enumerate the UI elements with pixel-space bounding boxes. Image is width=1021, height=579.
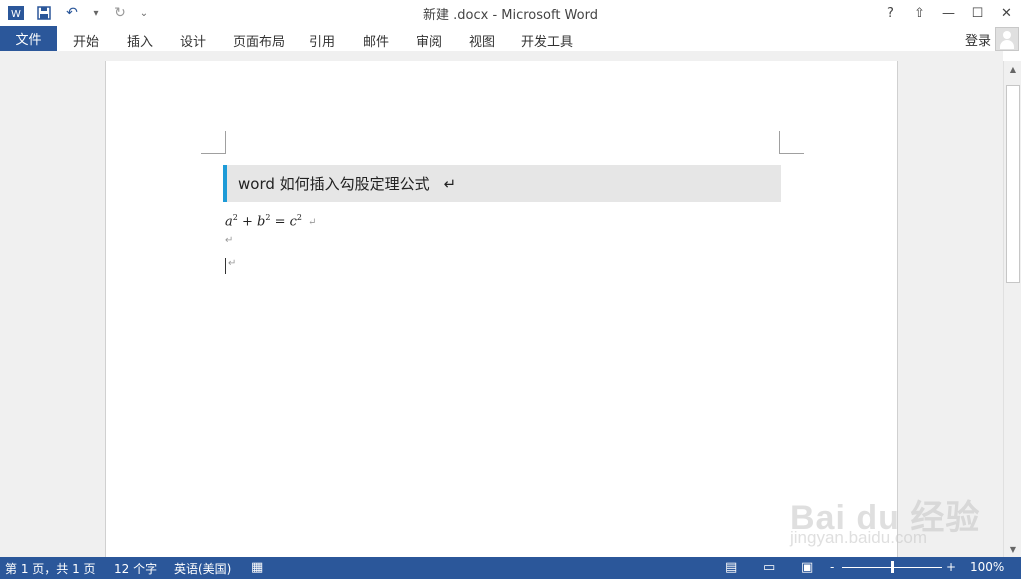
maximize-button[interactable]: ☐ — [963, 0, 992, 26]
tab-home[interactable]: 开始 — [73, 31, 99, 50]
read-mode-icon[interactable]: ▤ — [725, 560, 737, 575]
status-bar: 第 1 页，共 1 页 12 个字 英语(美国) ▦ ▤ ▭ ▣ - + 100… — [0, 557, 1021, 579]
text-cursor — [225, 258, 226, 274]
web-layout-icon[interactable]: ▣ — [801, 560, 813, 575]
zoom-out-button[interactable]: - — [830, 560, 834, 574]
close-button[interactable]: ✕ — [992, 0, 1021, 26]
paragraph-mark: ↵ — [308, 217, 317, 229]
zoom-in-button[interactable]: + — [946, 560, 956, 574]
scroll-down-icon[interactable]: ▼ — [1007, 543, 1019, 555]
document-page[interactable]: word 如何插入勾股定理公式 ↵ a2 + b2 = c2 ↵ ↵ ↵ — [105, 61, 898, 557]
crop-mark-right — [779, 131, 804, 154]
scroll-up-icon[interactable]: ▲ — [1007, 63, 1019, 75]
title-bar: W ↶ ▾ ↻ ⌄ 新建 .docx - Microsoft Word ? ⇧ … — [0, 0, 1021, 26]
watermark-url: jingyan.baidu.com — [790, 528, 928, 547]
baidu-watermark: Bai du 经验 jingyan.baidu.com — [790, 470, 990, 555]
heading-text: word 如何插入勾股定理公式 — [238, 175, 430, 193]
window-controls: ? ⇧ — ☐ ✕ — [876, 0, 1021, 26]
zoom-slider-thumb[interactable] — [891, 561, 894, 573]
avatar[interactable] — [995, 27, 1019, 51]
tab-page-layout[interactable]: 页面布局 — [233, 31, 285, 50]
paragraph-mark: ↵ — [443, 174, 457, 193]
sign-in-link[interactable]: 登录 — [965, 30, 991, 49]
tab-mailings[interactable]: 邮件 — [363, 31, 389, 50]
help-button[interactable]: ? — [876, 0, 905, 26]
equation-var-c: c — [289, 214, 297, 230]
tab-design[interactable]: 设计 — [180, 31, 206, 50]
layout-icon[interactable]: ▦ — [251, 560, 263, 575]
tab-insert[interactable]: 插入 — [127, 31, 153, 50]
tab-review[interactable]: 审阅 — [416, 31, 442, 50]
vertical-scrollbar[interactable]: ▲ ▼ — [1003, 61, 1021, 557]
crop-mark-left — [201, 131, 226, 154]
ribbon-display-options-button[interactable]: ⇧ — [905, 0, 934, 26]
zoom-level[interactable]: 100% — [970, 560, 1004, 574]
tab-file[interactable]: 文件 — [0, 26, 57, 51]
equation-equals: = — [270, 214, 290, 230]
page-count[interactable]: 第 1 页，共 1 页 — [5, 560, 96, 577]
paragraph-mark: ↵ — [225, 235, 234, 246]
heading-paragraph[interactable]: word 如何插入勾股定理公式 ↵ — [223, 165, 781, 202]
window-title: 新建 .docx - Microsoft Word — [423, 8, 598, 23]
tab-developer[interactable]: 开发工具 — [521, 31, 573, 50]
language-status[interactable]: 英语(美国) — [174, 560, 231, 577]
equation-exp-c: 2 — [296, 213, 302, 222]
pythagorean-equation[interactable]: a2 + b2 = c2 ↵ — [225, 213, 316, 229]
ribbon-tabs: 文件 开始 插入 设计 页面布局 引用 邮件 审阅 视图 开发工具 登录 — [0, 26, 1021, 51]
minimize-button[interactable]: — — [934, 0, 963, 26]
tab-view[interactable]: 视图 — [469, 31, 495, 50]
tab-references[interactable]: 引用 — [309, 31, 335, 50]
print-layout-icon[interactable]: ▭ — [763, 560, 775, 575]
scrollbar-thumb[interactable] — [1006, 85, 1020, 283]
equation-plus: + — [237, 214, 258, 230]
paragraph-mark: ↵ — [228, 258, 237, 269]
word-count[interactable]: 12 个字 — [114, 560, 157, 577]
equation-var-a: a — [225, 214, 233, 230]
